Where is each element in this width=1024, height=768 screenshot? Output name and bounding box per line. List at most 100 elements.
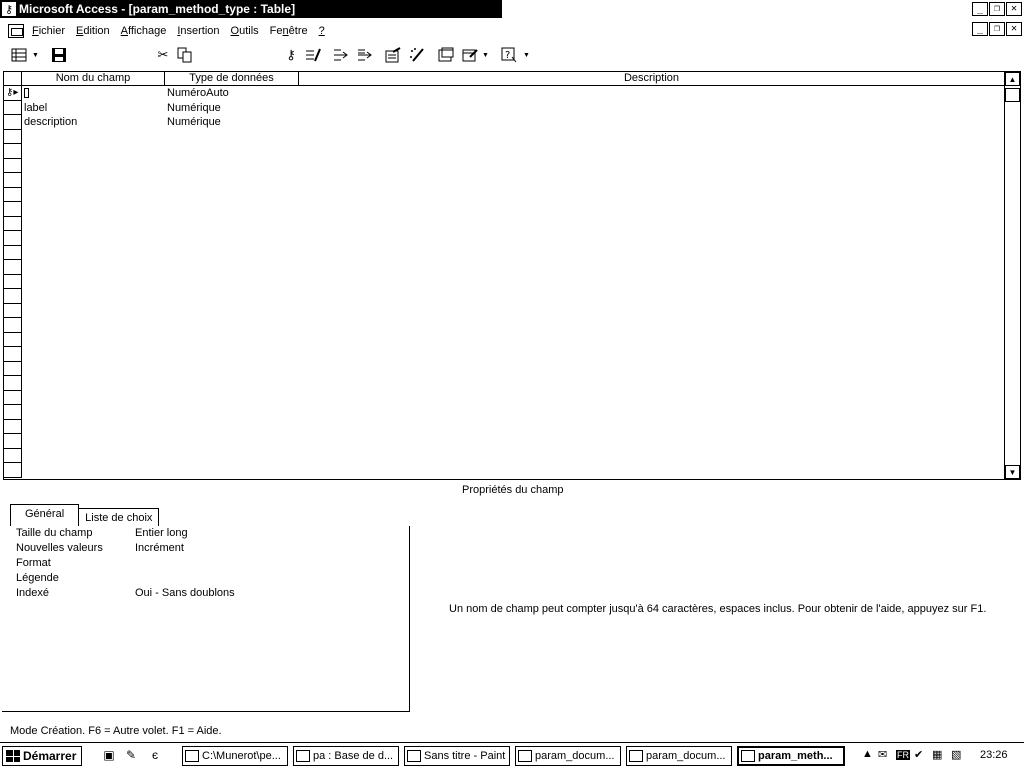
row-selector[interactable]	[4, 216, 22, 231]
table-row[interactable]: description Numérique	[4, 115, 1004, 130]
menu-insertion[interactable]: Insertion	[177, 25, 219, 37]
scroll-thumb[interactable]	[1005, 88, 1020, 102]
row-selector[interactable]	[4, 173, 22, 188]
doc-close-button[interactable]: ✕	[1006, 22, 1022, 36]
cut-icon[interactable]: ✂	[154, 46, 172, 64]
tray-printer-icon[interactable]: ▦	[932, 748, 942, 764]
row-selector[interactable]	[4, 303, 22, 318]
table-row[interactable]	[4, 216, 1004, 231]
row-selector[interactable]	[4, 448, 22, 463]
data-type-cell[interactable]: Numérique	[165, 101, 299, 116]
scroll-down-icon[interactable]: ▼	[1005, 465, 1020, 479]
task-button[interactable]: pa : Base de d...	[293, 746, 399, 766]
row-selector[interactable]	[4, 347, 22, 362]
table-row[interactable]	[4, 158, 1004, 173]
task-button[interactable]: Sans titre - Paint	[404, 746, 510, 766]
table-row[interactable]	[4, 376, 1004, 391]
row-selector[interactable]: ⚷▸	[4, 86, 22, 101]
row-selector[interactable]	[4, 231, 22, 246]
menu-outils[interactable]: Outils	[231, 25, 259, 37]
insert-rows-icon[interactable]	[332, 46, 350, 64]
tray-app-icon[interactable]: ▲	[862, 748, 873, 764]
tab-liste-de-choix[interactable]: Liste de choix	[79, 508, 160, 526]
row-selector[interactable]	[4, 100, 22, 115]
row-selector[interactable]	[4, 260, 22, 275]
row-selector[interactable]	[4, 463, 22, 478]
menu-fichier[interactable]: Fichier	[32, 25, 65, 37]
table-row[interactable]: label Numérique	[4, 100, 1004, 116]
table-row[interactable]	[4, 405, 1004, 420]
minimize-button[interactable]: _	[972, 2, 988, 16]
new-object-icon[interactable]	[461, 46, 479, 64]
build-icon[interactable]	[408, 46, 426, 64]
data-type-cell[interactable]: Numérique	[165, 115, 299, 130]
restore-button[interactable]: ❐	[989, 2, 1005, 16]
row-selector[interactable]	[4, 390, 22, 405]
row-selector[interactable]	[4, 144, 22, 159]
table-row[interactable]	[4, 448, 1004, 463]
field-name-cell[interactable]: label	[22, 101, 165, 116]
internet-explorer-icon[interactable]: є	[146, 748, 164, 764]
view-icon[interactable]	[10, 46, 28, 64]
row-selector[interactable]	[4, 419, 22, 434]
indexes-icon[interactable]	[304, 46, 322, 64]
table-row[interactable]	[4, 318, 1004, 333]
row-selector[interactable]	[4, 376, 22, 391]
tray-connection-icon[interactable]: ▧	[951, 748, 961, 764]
doc-restore-button[interactable]: ❐	[989, 22, 1005, 36]
primary-key-icon[interactable]: ⚷	[282, 46, 300, 64]
new-object-dropdown-icon[interactable]: ▼	[482, 52, 489, 59]
property-row[interactable]: Format	[2, 556, 409, 571]
table-row[interactable]	[4, 289, 1004, 304]
row-selector[interactable]	[4, 187, 22, 202]
row-selector[interactable]	[4, 289, 22, 304]
table-row[interactable]	[4, 390, 1004, 405]
row-selector[interactable]	[4, 115, 22, 130]
property-row[interactable]: Nouvelles valeurs Incrément	[2, 541, 409, 556]
save-icon[interactable]	[50, 46, 68, 64]
tab-general[interactable]: Général	[10, 504, 80, 526]
property-row[interactable]: Taille du champ Entier long	[2, 526, 409, 541]
property-value[interactable]: Entier long	[135, 526, 188, 541]
property-value[interactable]: Incrément	[135, 541, 184, 556]
header-field-name[interactable]: Nom du champ	[22, 72, 165, 86]
help-icon[interactable]: ?	[500, 46, 518, 64]
header-description[interactable]: Description	[299, 72, 1004, 86]
table-row[interactable]	[4, 419, 1004, 434]
table-row[interactable]	[4, 231, 1004, 246]
field-name-cell[interactable]	[22, 86, 165, 101]
field-name-cell[interactable]: description	[22, 115, 165, 130]
row-selector[interactable]	[4, 202, 22, 217]
task-button-active[interactable]: param_meth...	[737, 746, 845, 766]
table-row[interactable]: ⚷▸ NuméroAuto	[4, 86, 1004, 101]
view-dropdown-icon[interactable]: ▼	[32, 52, 39, 59]
data-type-cell[interactable]: NuméroAuto	[165, 86, 299, 101]
row-selector[interactable]	[4, 245, 22, 260]
table-row[interactable]	[4, 303, 1004, 318]
row-selector[interactable]	[4, 158, 22, 173]
tray-volume-icon[interactable]: ✔	[914, 748, 923, 764]
row-selector[interactable]	[4, 274, 22, 289]
help-dropdown-icon[interactable]: ▼	[523, 52, 530, 59]
table-row[interactable]	[4, 260, 1004, 275]
document-window-icon[interactable]	[8, 24, 24, 38]
delete-rows-icon[interactable]	[356, 46, 374, 64]
table-row[interactable]	[4, 187, 1004, 202]
table-row[interactable]	[4, 347, 1004, 362]
menu-affichage[interactable]: Affichage	[121, 25, 167, 37]
property-value[interactable]: Oui - Sans doublons	[135, 586, 235, 601]
row-selector[interactable]	[4, 332, 22, 347]
row-selector[interactable]	[4, 434, 22, 449]
table-row[interactable]	[4, 202, 1004, 217]
table-row[interactable]	[4, 173, 1004, 188]
copy-icon[interactable]	[176, 46, 194, 64]
table-row[interactable]	[4, 144, 1004, 159]
task-button[interactable]: param_docum...	[515, 746, 621, 766]
task-button[interactable]: param_docum...	[626, 746, 732, 766]
database-window-icon[interactable]	[437, 46, 455, 64]
tray-network-icon[interactable]: ✉	[878, 748, 887, 764]
row-selector[interactable]	[4, 318, 22, 333]
menu-fenetre[interactable]: Fenêtre	[270, 25, 308, 37]
table-row[interactable]	[4, 245, 1004, 260]
table-row[interactable]	[4, 274, 1004, 289]
